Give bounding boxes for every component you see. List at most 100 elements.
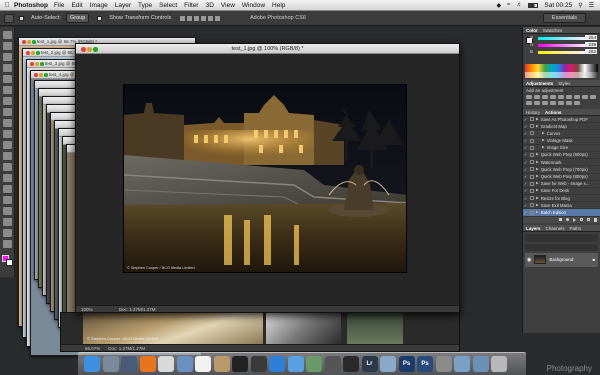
eraser-tool-icon[interactable] (3, 141, 12, 149)
type-tool-icon[interactable] (3, 196, 12, 204)
tab-paths[interactable]: Paths (570, 225, 582, 231)
action-item[interactable]: ✓ ▶ Save for Web - Image s... (523, 181, 600, 188)
menu-edit[interactable]: Edit (71, 2, 82, 9)
photoshop-icon[interactable]: Ps (398, 356, 415, 372)
auto-select-dropdown[interactable]: Group (65, 13, 90, 23)
action-item[interactable]: ✓ ▶ Vintage Mask (523, 138, 600, 145)
system-preferences-icon[interactable] (435, 356, 452, 372)
dialog-toggle-icon[interactable] (530, 117, 534, 122)
menu-window[interactable]: Window (242, 2, 265, 9)
disclosure-icon[interactable]: ▶ (536, 159, 539, 165)
slider-b[interactable]: B 252 (528, 48, 599, 55)
menu-filter[interactable]: Filter (184, 2, 198, 9)
gradient-tool-icon[interactable] (3, 152, 12, 160)
menu-layer[interactable]: Layer (115, 2, 131, 9)
tab-swatches[interactable]: Swatches (543, 27, 563, 33)
tab-history[interactable]: History (526, 109, 540, 115)
tab-styles[interactable]: Styles (558, 80, 570, 86)
wifi-icon[interactable]: ≈ (507, 2, 510, 8)
marquee-tool-icon[interactable] (3, 42, 12, 50)
adjustment-icons[interactable] (523, 94, 600, 106)
disclosure-icon[interactable]: ▶ (536, 181, 539, 187)
clock[interactable]: Sat 00:25 (544, 2, 572, 9)
action-toggle-icon[interactable]: ✓ (523, 159, 528, 165)
action-toggle-icon[interactable]: ✓ (523, 195, 528, 201)
dialog-toggle-icon[interactable] (530, 138, 534, 143)
action-toggle-icon[interactable]: ✓ (523, 188, 528, 194)
quick-select-tool-icon[interactable] (3, 64, 12, 72)
shape-tool-icon[interactable] (3, 218, 12, 226)
trash-icon[interactable] (491, 356, 507, 372)
dialog-toggle-icon[interactable] (530, 131, 534, 136)
lower-document-window[interactable]: © Stephen Cooper / BCG Media Limited 66.… (60, 312, 460, 352)
mission-control-icon[interactable] (121, 356, 137, 372)
disclosure-icon[interactable]: ▶ (536, 116, 539, 122)
eye-icon[interactable]: ◉ (527, 257, 531, 263)
color-spectrum-light[interactable] (525, 72, 598, 78)
brush-tool-icon[interactable] (3, 108, 12, 116)
main-window-titlebar[interactable]: test_1.jpg @ 100% (RGB/8) * (76, 44, 459, 54)
dialog-toggle-icon[interactable] (530, 167, 534, 172)
input-b[interactable]: 252 (585, 48, 597, 54)
action-toggle-icon[interactable]: ✓ (523, 116, 528, 122)
action-toggle-icon[interactable]: ✓ (523, 209, 528, 215)
slider-r[interactable]: R 254 (528, 34, 599, 41)
stop-icon[interactable] (559, 218, 562, 222)
dashboard-icon[interactable] (343, 356, 359, 372)
background-color-swatch[interactable] (6, 259, 13, 266)
align-icons[interactable] (180, 15, 221, 21)
workspace-switcher[interactable]: Essentials (542, 13, 586, 23)
color-spectrum[interactable] (525, 64, 598, 72)
photoshop-alt-icon[interactable]: Ps (417, 356, 433, 372)
input-r[interactable]: 254 (585, 34, 597, 40)
action-item[interactable]: ✓ ▶ Watermark (523, 159, 600, 167)
action-toggle-icon[interactable]: ✓ (523, 174, 528, 180)
action-toggle-icon[interactable]: ✓ (523, 138, 528, 144)
hand-tool-icon[interactable] (3, 229, 12, 237)
mail-icon[interactable] (176, 356, 193, 372)
activity-monitor-icon[interactable] (250, 356, 267, 372)
main-zoom-readout[interactable]: 100% (81, 307, 93, 312)
finder-icon[interactable] (84, 356, 100, 372)
slider-g[interactable]: G 239 (528, 41, 599, 48)
move-tool-preset[interactable] (4, 13, 14, 23)
healing-brush-icon[interactable] (3, 97, 12, 105)
menu-3d[interactable]: 3D (206, 2, 214, 9)
action-item[interactable]: ✓ ▶ Quick Web Prep (700px) (523, 166, 600, 174)
firefox-icon[interactable] (139, 356, 156, 372)
action-toggle-icon[interactable]: ✓ (523, 152, 528, 158)
action-item[interactable]: ✓ ▶ Gradient Map (523, 123, 600, 131)
action-item[interactable]: ✓ ▶ Quick Web Prep (800px) (523, 174, 600, 181)
dialog-toggle-icon[interactable] (530, 160, 534, 165)
layer-filters[interactable] (525, 233, 598, 242)
search-icon[interactable]: ⚲ (578, 2, 582, 9)
contacts-icon[interactable] (213, 356, 230, 372)
action-toggle-icon[interactable]: ✓ (523, 202, 528, 208)
action-item[interactable]: ✓ ▶ Curves (523, 130, 600, 138)
disclosure-icon[interactable]: ▶ (542, 138, 545, 144)
itunes-icon[interactable] (287, 356, 304, 372)
tab-layers[interactable]: Layers (526, 225, 541, 231)
documents-icon[interactable] (472, 356, 489, 372)
zoom-icon[interactable] (93, 47, 98, 52)
action-item[interactable]: ✓ ▶ Save As Photoshop PDF (523, 116, 600, 124)
action-item[interactable]: ✓ ▶ Quick Web Prep (800px) (523, 152, 600, 160)
dialog-toggle-icon[interactable] (530, 196, 534, 201)
input-g[interactable]: 239 (585, 41, 597, 47)
dialog-toggle-icon[interactable] (530, 181, 534, 186)
menu-type[interactable]: Type (138, 2, 152, 9)
eyedropper-tool-icon[interactable] (3, 86, 12, 94)
minimize-icon[interactable] (87, 47, 92, 52)
layer-row[interactable]: ◉ Background ■ (525, 252, 598, 267)
action-toggle-icon[interactable]: ✓ (523, 145, 528, 151)
disclosure-icon[interactable]: ▶ (542, 145, 545, 151)
lasso-tool-icon[interactable] (3, 53, 12, 61)
notification-icon[interactable]: ☰ (589, 2, 594, 9)
tab-channels[interactable]: Channels (546, 225, 565, 231)
tab-color[interactable]: Color (526, 27, 538, 33)
dialog-toggle-icon[interactable] (530, 210, 534, 215)
disclosure-icon[interactable]: ▶ (536, 166, 539, 172)
action-item[interactable]: ✓ ▶ Image Size (523, 145, 600, 152)
crop-tool-icon[interactable] (3, 75, 12, 83)
dialog-toggle-icon[interactable] (530, 203, 534, 208)
